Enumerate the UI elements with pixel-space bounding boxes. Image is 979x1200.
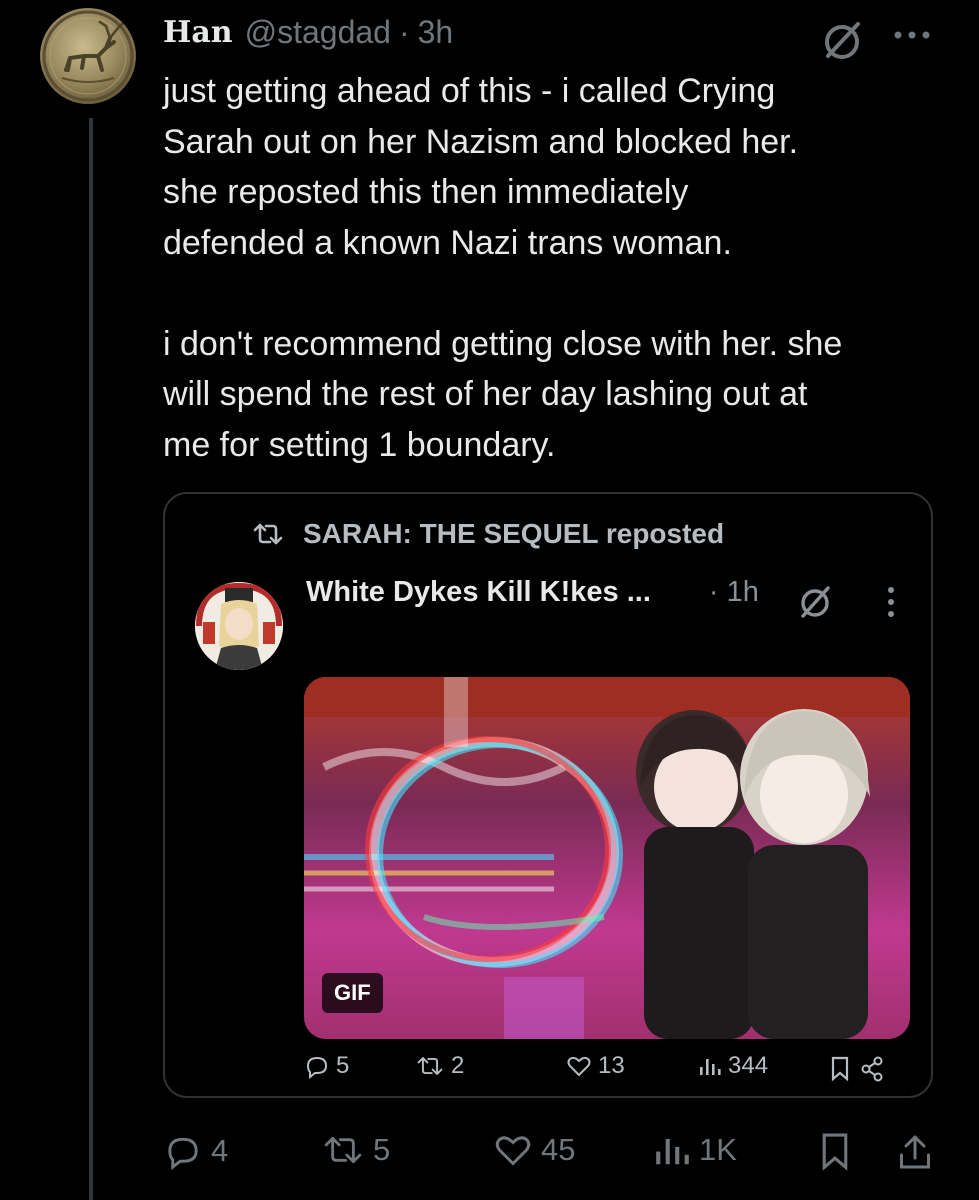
post-header: Han @stagdad · 3h <box>163 12 453 52</box>
more-options-icon[interactable] <box>883 584 899 620</box>
views-bar-chart-icon <box>700 1059 721 1075</box>
quoted-reply-count: 5 <box>336 1052 350 1079</box>
anime-avatar-icon <box>195 582 283 670</box>
reply-icon <box>306 1056 328 1079</box>
quoted-reply-button[interactable]: 5 <box>304 1052 349 1080</box>
share-icon[interactable] <box>897 1132 933 1172</box>
repost-icon <box>417 1057 443 1075</box>
quoted-repost-count: 2 <box>451 1052 465 1079</box>
repost-button[interactable]: 5 <box>321 1132 390 1168</box>
author-display-name[interactable]: Han <box>163 15 233 50</box>
stag-coin-icon <box>42 10 134 102</box>
like-button[interactable]: 45 <box>493 1132 575 1168</box>
repost-icon <box>324 1136 362 1164</box>
quoted-author-name[interactable]: White Dykes Kill K!kes ... <box>306 576 651 609</box>
views-bar-chart-icon <box>656 1138 689 1165</box>
post-timestamp[interactable]: 3h <box>418 14 454 51</box>
heart-icon <box>567 1056 591 1077</box>
quoted-like-count: 13 <box>598 1052 625 1079</box>
share-icon[interactable] <box>860 1056 884 1082</box>
quoted-repost-button[interactable]: 2 <box>415 1052 464 1080</box>
quoted-post-timestamp[interactable]: · 1h <box>709 576 759 609</box>
views-button[interactable]: 1K <box>653 1132 737 1168</box>
quoted-views-button[interactable]: 344 <box>698 1052 768 1080</box>
author-handle[interactable]: @stagdad <box>245 14 391 51</box>
heart-icon <box>495 1136 531 1166</box>
post-actions: 4 5 45 1K <box>163 1132 953 1182</box>
meta-separator: · <box>398 13 410 50</box>
repost-indicator: SARAH: THE SEQUEL reposted <box>251 518 724 550</box>
quoted-views-count: 344 <box>728 1052 769 1079</box>
quoted-post-card[interactable]: SARAH: THE SEQUEL reposted White Dykes K… <box>163 492 933 1098</box>
like-count: 45 <box>541 1132 576 1167</box>
gif-badge: GIF <box>322 973 383 1013</box>
more-options-icon[interactable] <box>890 20 934 50</box>
author-avatar[interactable] <box>40 8 136 104</box>
thread-connector-line <box>89 118 93 1200</box>
repost-icon <box>253 523 283 545</box>
quoted-like-button[interactable]: 13 <box>566 1052 625 1080</box>
bookmark-icon[interactable] <box>830 1056 850 1082</box>
no-sign-icon <box>801 586 830 618</box>
post-text: just getting ahead of this - i called Cr… <box>163 72 843 464</box>
quoted-author-avatar[interactable] <box>195 582 283 670</box>
views-count: 1K <box>699 1132 737 1167</box>
reply-count: 4 <box>211 1133 229 1168</box>
reply-icon <box>168 1137 198 1170</box>
no-sign-icon <box>825 22 860 59</box>
repost-count: 5 <box>373 1132 391 1167</box>
gif-media[interactable]: GIF <box>304 677 910 1039</box>
quoted-post-actions: 5 2 13 344 <box>304 1052 904 1088</box>
gif-preview-image <box>304 677 910 1039</box>
reply-button[interactable]: 4 <box>163 1132 228 1170</box>
quoted-post-header: White Dykes Kill K!kes ... · 1h <box>306 576 759 609</box>
bookmark-icon[interactable] <box>819 1132 851 1172</box>
repost-label[interactable]: SARAH: THE SEQUEL reposted <box>303 518 724 550</box>
